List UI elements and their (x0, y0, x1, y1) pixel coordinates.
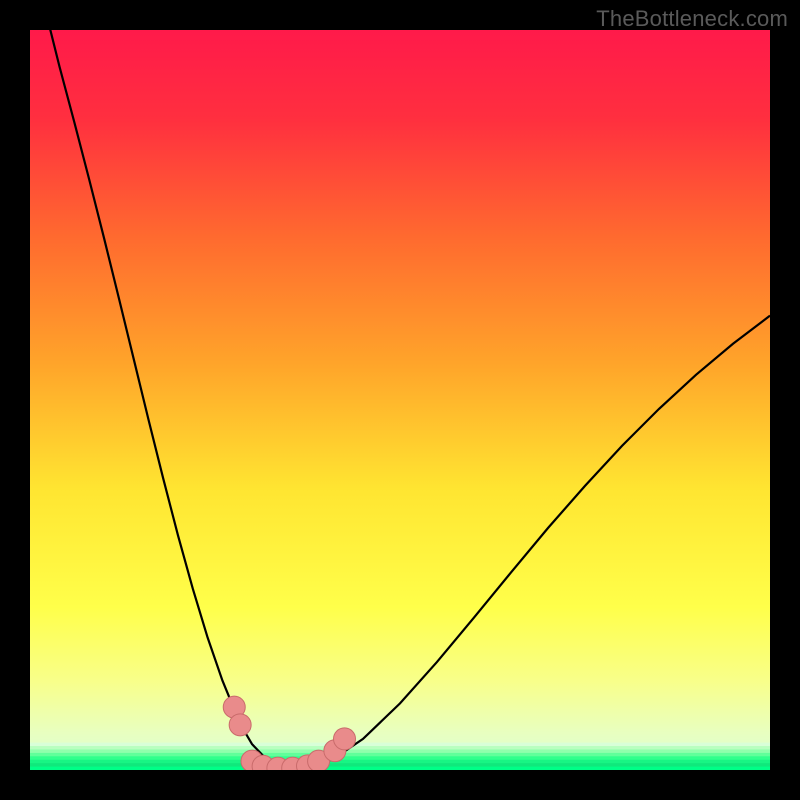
gradient-background (30, 30, 770, 770)
bottleneck-chart (0, 0, 800, 800)
watermark-text: TheBottleneck.com (596, 6, 788, 32)
data-marker (229, 714, 251, 736)
green-threshold-band (30, 743, 770, 771)
data-marker (334, 728, 356, 750)
